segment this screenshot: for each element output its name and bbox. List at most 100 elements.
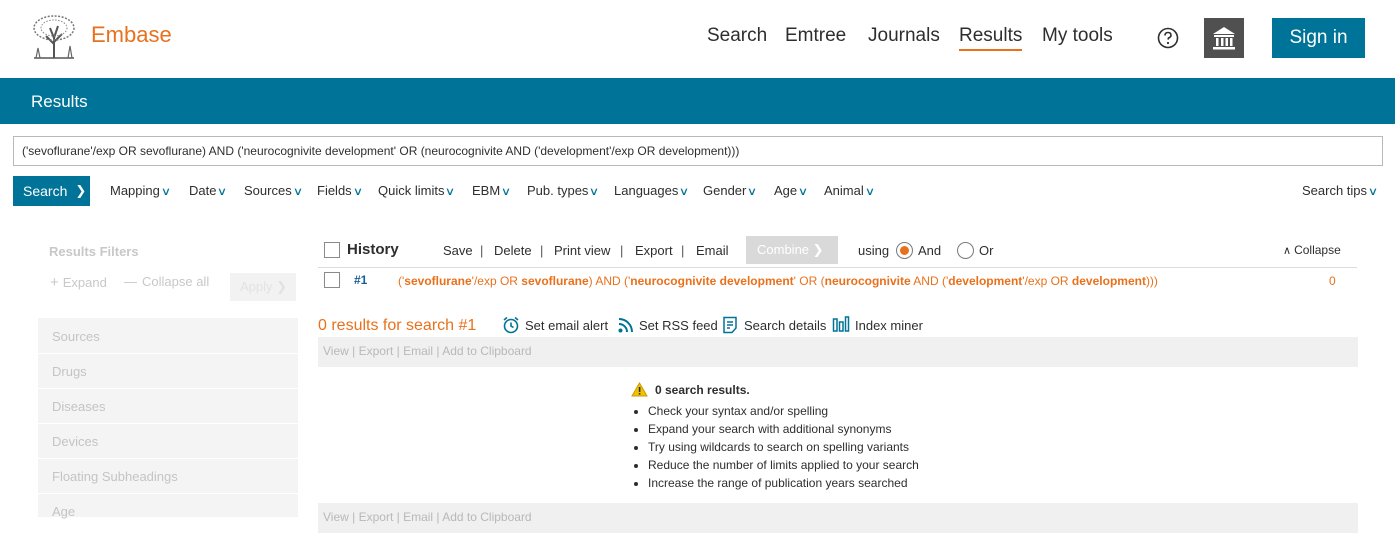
bar-view[interactable]: View [323,510,349,524]
collapse-all-link[interactable]: — Collapse all [124,274,209,289]
brand-name[interactable]: Embase [91,22,172,48]
radio-and[interactable] [896,242,913,259]
search-details[interactable]: Search details [744,318,826,333]
filter-drugs[interactable]: Drugs [52,364,87,379]
document-icon [723,316,737,334]
top-header: Embase Search Emtree Journals Results My… [0,0,1395,78]
query-term: sevoflurane [404,274,472,288]
empty-results-title: 0 search results. [655,383,750,397]
chevron-down-icon: ∨ [500,186,512,198]
history-row-checkbox[interactable] [324,272,340,288]
chevron-down-icon: ∨ [589,186,600,198]
separator: | [681,243,685,258]
filter-devices[interactable]: Devices [52,434,98,449]
history-row-query[interactable]: ('sevoflurane'/exp OR sevoflurane) AND (… [398,274,1158,288]
tip-item: Increase the range of publication years … [648,474,919,492]
bar-export[interactable]: Export [359,344,394,358]
set-email-alert[interactable]: Set email alert [525,318,608,333]
nav-emtree[interactable]: Emtree [785,25,846,47]
option-sources[interactable]: Sources∨ [244,183,303,198]
option-gender[interactable]: Gender∨ [703,183,758,198]
expand-link[interactable]: + Expand [50,274,107,291]
sign-in-button[interactable]: Sign in [1272,18,1365,58]
option-quick-limits[interactable]: Quick limits∨ [378,183,456,198]
tree-logo-icon[interactable] [28,14,80,60]
search-tips[interactable]: Search tips∨ [1302,183,1378,198]
option-animal[interactable]: Animal∨ [824,183,875,198]
chevron-right-icon: ❯ [276,279,288,294]
combine-label: Combine [757,242,810,257]
history-delete[interactable]: Delete [494,243,532,258]
bar-export[interactable]: Export [359,510,394,524]
nav-search[interactable]: Search [707,25,767,47]
page-title-bar: Results [0,78,1395,124]
query-term: development [948,274,1023,288]
query-operator: ' OR ( [793,274,825,288]
query-operator: AND (' [910,274,949,288]
history-title: History [347,241,399,258]
search-tips-list: Check your syntax and/or spelling Expand… [630,402,919,492]
option-label: EBM [472,183,501,198]
institution-button[interactable] [1204,18,1244,58]
rss-icon [618,318,633,333]
search-button[interactable]: Search ❯ [13,176,90,206]
chevron-right-icon: ❯ [812,242,824,257]
chevron-up-icon: ∧ [1283,245,1292,257]
using-label: using [858,243,890,258]
results-filters-title: Results Filters [49,244,139,259]
collapse-label: Collapse [1294,243,1341,257]
chevron-down-icon: ∨ [679,186,690,198]
option-age[interactable]: Age∨ [774,183,808,198]
tip-item: Reduce the number of limits applied to y… [648,456,919,474]
collapse-all-label: Collapse all [142,274,210,289]
tip-item: Try using wildcards to search on spellin… [648,438,919,456]
query-term: development [1071,274,1146,288]
query-term: neurocognivite [824,274,911,288]
history-email[interactable]: Email [696,243,729,258]
option-fields[interactable]: Fields∨ [317,183,363,198]
query-input[interactable]: ('sevoflurane'/exp OR sevoflurane) AND (… [13,136,1383,166]
chevron-down-icon: ∨ [352,186,363,198]
option-languages[interactable]: Languages∨ [614,183,690,198]
history-select-all-checkbox[interactable] [324,242,340,258]
history-row-count[interactable]: 0 [1329,274,1336,288]
separator: | [540,243,544,258]
results-count: 0 results for search #1 [318,317,477,334]
option-mapping[interactable]: Mapping∨ [110,183,171,198]
filter-floating-subheadings[interactable]: Floating Subheadings [52,469,178,484]
divider [38,423,298,424]
radio-and-label: And [918,243,942,258]
option-label: Date [189,183,217,198]
chevron-down-icon: ∨ [747,186,758,198]
set-rss-feed[interactable]: Set RSS feed [639,318,718,333]
help-icon[interactable] [1157,27,1179,49]
index-miner[interactable]: Index miner [855,318,923,333]
bar-add-to-clipboard[interactable]: Add to Clipboard [442,510,531,524]
history-save[interactable]: Save [443,243,473,258]
bar-email[interactable]: Email [403,510,433,524]
collapse-history[interactable]: ∧ Collapse [1283,243,1341,257]
apply-button[interactable]: Apply ❯ [230,273,296,301]
filter-sources[interactable]: Sources [52,329,100,344]
radio-or[interactable] [957,242,974,259]
nav-my-tools[interactable]: My tools [1042,25,1113,47]
option-label: Fields [317,183,352,198]
alarm-clock-icon [503,316,519,334]
nav-results[interactable]: Results [959,25,1023,51]
nav-journals[interactable]: Journals [868,25,940,47]
option-pub-types[interactable]: Pub. types∨ [527,183,600,198]
option-date[interactable]: Date∨ [189,183,228,198]
bar-view[interactable]: View [323,344,349,358]
bar-email[interactable]: Email [403,344,433,358]
apply-label: Apply [240,279,273,294]
history-print-view[interactable]: Print view [554,243,610,258]
filter-diseases[interactable]: Diseases [52,399,105,414]
combine-button[interactable]: Combine ❯ [746,236,838,264]
history-row-number[interactable]: #1 [354,273,367,287]
divider [38,353,298,354]
bar-add-to-clipboard[interactable]: Add to Clipboard [442,344,531,358]
query-term: neurocognivite development [630,274,794,288]
option-ebm[interactable]: EBM∨ [472,183,512,198]
institution-icon [1213,27,1235,50]
history-export[interactable]: Export [635,243,673,258]
